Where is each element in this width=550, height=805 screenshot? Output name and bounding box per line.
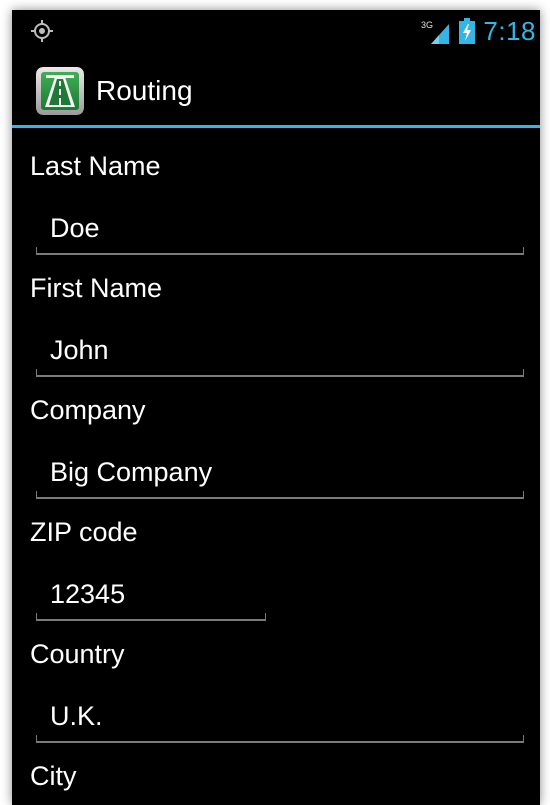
first-name-label: First Name: [30, 273, 163, 303]
last-name-value: Doe: [50, 213, 100, 243]
country-value: U.K.: [50, 701, 103, 731]
zip-code-underline: [36, 613, 266, 621]
last-name-underline: [36, 247, 524, 255]
app-title: Routing: [96, 75, 193, 106]
highway-app-icon[interactable]: [36, 67, 84, 115]
country-underline: [36, 735, 524, 743]
first-name-value: John: [50, 335, 109, 365]
status-clock: 7:18: [483, 16, 536, 46]
last-name-field[interactable]: Doe: [36, 205, 524, 255]
zip-code-field[interactable]: 12345: [36, 571, 266, 621]
country-label: Country: [30, 639, 125, 669]
signal-3g-icon: 3G: [421, 20, 450, 44]
company-field[interactable]: Big Company: [36, 449, 524, 499]
country-field[interactable]: U.K.: [36, 693, 524, 743]
action-bar: Routing: [12, 50, 540, 128]
network-type-label: 3G: [421, 20, 433, 30]
battery-charging-icon: [459, 18, 476, 44]
status-bar: 3G 7:18: [12, 10, 540, 50]
first-name-field[interactable]: John: [36, 327, 524, 377]
city-label: City: [30, 761, 77, 791]
zip-code-value: 12345: [50, 579, 126, 609]
last-name-label: Last Name: [30, 151, 161, 181]
first-name-underline: [36, 369, 524, 377]
company-underline: [36, 491, 524, 499]
company-label: Company: [30, 395, 146, 425]
gps-icon: [31, 20, 53, 42]
company-value: Big Company: [50, 457, 213, 487]
device-screen: 3G 7:18 Routing Last Name Doe First Name…: [12, 10, 540, 805]
zip-code-label: ZIP code: [30, 517, 138, 547]
status-indicators: 3G 7:18: [421, 16, 536, 46]
